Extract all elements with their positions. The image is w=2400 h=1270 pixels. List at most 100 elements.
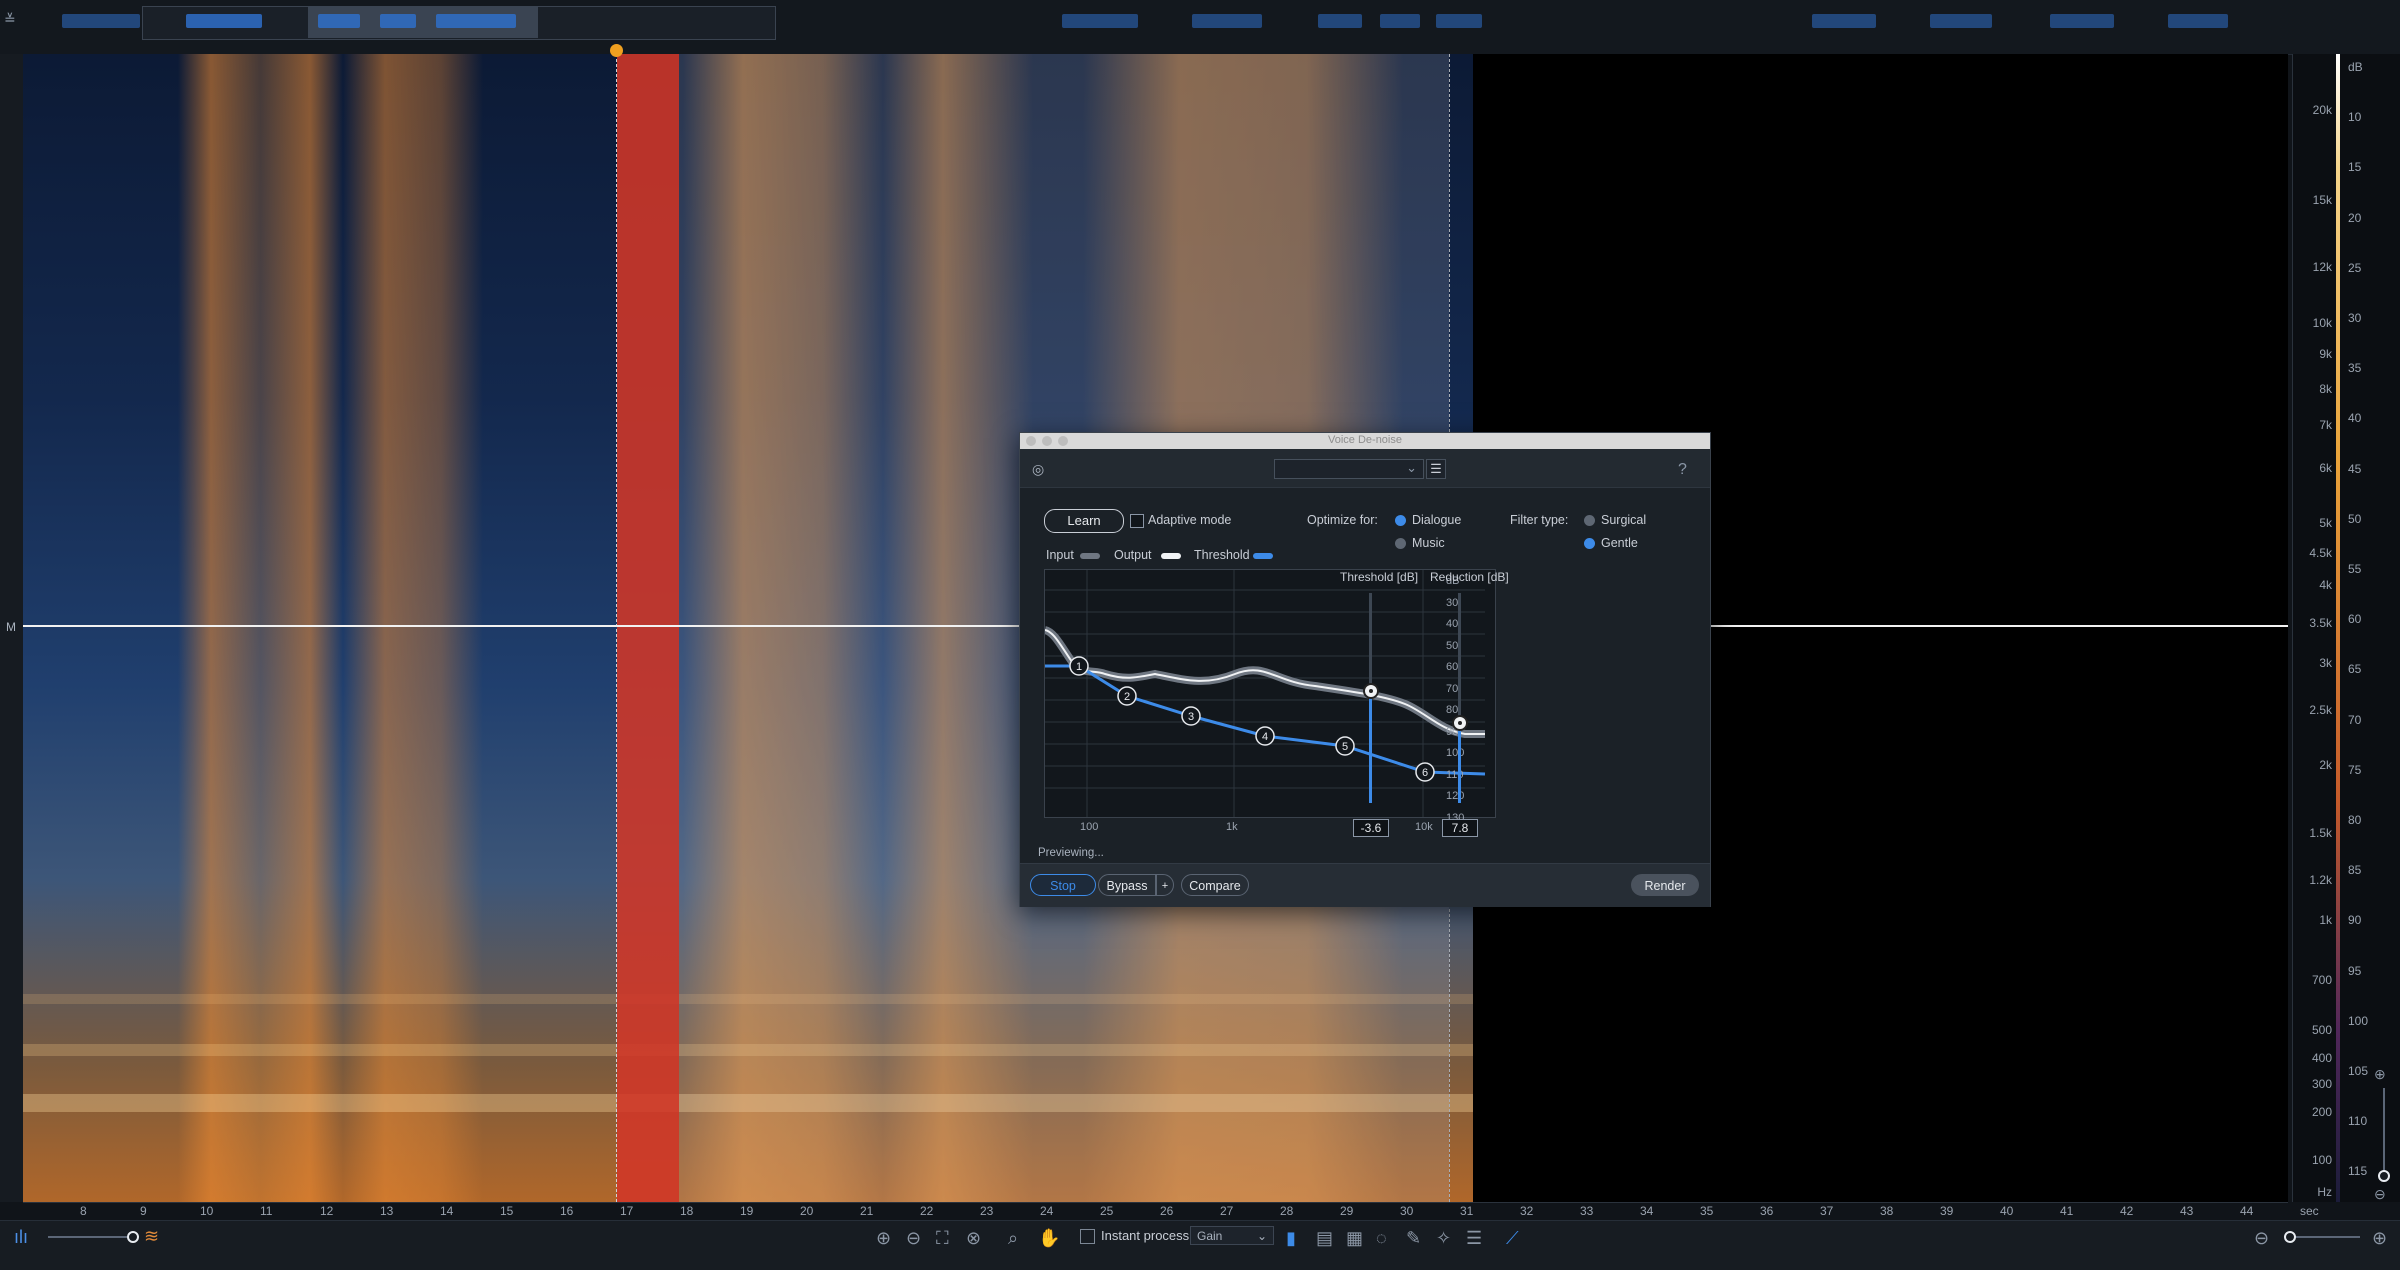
frequency-tick-label: 8k [2319,382,2332,396]
instant-process-checkbox[interactable] [1080,1229,1095,1244]
overview-waveform [62,14,140,28]
noise-profile-graph[interactable]: 1 2 3 4 5 6 [1043,569,1496,818]
overview-waveform [2050,14,2114,28]
hand-tool-icon[interactable]: ✋ [1038,1228,1060,1249]
view-blend-slider-knob[interactable] [127,1231,139,1243]
instant-process-label: Instant process [1101,1228,1190,1243]
legend-output-label: Output [1114,548,1152,562]
harmonic-selection-icon[interactable]: ☰ [1466,1228,1482,1249]
time-tick-label: 42 [2120,1204,2134,1218]
legend-output-swatch[interactable] [1161,553,1181,559]
draw-tool-icon[interactable]: ⟋ [1506,1228,1519,1249]
waveform-view-icon[interactable]: ılı [14,1227,28,1248]
bypass-button[interactable]: Bypass [1098,874,1156,896]
render-button[interactable]: Render [1631,874,1699,896]
playhead[interactable] [616,54,618,1202]
zoom-in-icon[interactable]: ⊕ [876,1228,891,1249]
vertical-zoom-in-icon[interactable]: ⊕ [2374,1066,2386,1083]
zoom-reset-icon[interactable]: ⊗ [966,1228,981,1249]
threshold-node-label: 3 [1188,711,1194,723]
time-tick-label: 43 [2180,1204,2194,1218]
graph-db-label: 120 [1446,790,1465,802]
graph-db-label: 70 [1446,682,1459,695]
legend-input-label: Input [1046,548,1074,562]
preset-menu-button[interactable]: ☰ [1426,459,1446,479]
playhead-handle[interactable] [610,44,623,57]
db-tick-label: 90 [2348,913,2362,928]
lasso-tool-icon[interactable]: ◌ [1376,1228,1387,1249]
graph-db-label: 60 [1446,661,1459,673]
threshold-node-label: 1 [1076,661,1082,673]
horizontal-zoom-slider[interactable] [2290,1236,2360,1238]
playback-region [617,54,679,1202]
time-selection-tool-icon[interactable]: ▮ [1286,1228,1296,1249]
brush-tool-icon[interactable]: ✎ [1406,1228,1421,1249]
vertical-zoom-slider[interactable] [2383,1088,2385,1178]
time-tick-label: 36 [1760,1204,1774,1218]
time-tick-label: 20 [800,1204,814,1218]
overview-waveform [1812,14,1876,28]
vertical-zoom-out-icon[interactable]: ⊖ [2374,1186,2386,1203]
optimize-music-label: Music [1412,536,1445,550]
time-freq-selection-tool-icon[interactable]: ▦ [1346,1228,1363,1249]
legend-input-swatch[interactable] [1080,553,1100,559]
vertical-zoom-knob[interactable] [2378,1170,2390,1182]
frequency-tick-label: 20k [2312,103,2332,117]
reduction-slider-knob[interactable] [1452,715,1468,731]
overview-waveform [380,14,416,28]
reduction-slider-fill [1458,723,1461,803]
time-tick-label: 16 [560,1204,574,1218]
time-tick-label: 37 [1820,1204,1834,1218]
instant-process-mode-select[interactable]: Gain ⌄ [1190,1226,1274,1245]
legend-threshold-swatch[interactable] [1253,553,1273,559]
preset-select[interactable]: ⌄ [1274,459,1424,479]
horizontal-zoom-out-icon[interactable]: ⊖ [2254,1228,2269,1249]
threshold-curve[interactable] [1045,664,1486,776]
adaptive-mode-checkbox[interactable] [1130,514,1144,528]
voice-denoise-dialog[interactable]: Voice De-noise ◎ ⌄ ☰ ? Learn Adaptive mo… [1019,432,1711,907]
frequency-tick-label: Hz [2317,1185,2332,1199]
frequency-tick-label: 700 [2311,973,2332,987]
db-tick-label: 80 [2348,813,2362,827]
horizontal-zoom-knob[interactable] [2284,1231,2296,1243]
view-blend-slider[interactable] [48,1236,132,1238]
zoom-selection-icon[interactable]: ⛶ [936,1228,949,1249]
output-spectrum-curve [1044,629,1485,735]
time-tick-label: 23 [980,1204,994,1218]
optimize-dialogue-radio[interactable] [1395,515,1406,526]
adaptive-mode-label: Adaptive mode [1148,513,1232,527]
time-tick-label: 17 [620,1204,634,1218]
zoom-out-icon[interactable]: ⊖ [906,1228,921,1249]
waveform-overview[interactable]: ≚ [0,0,2400,55]
collapse-icon[interactable]: ≚ [4,12,18,36]
spectrogram-view-icon[interactable]: ≋ [144,1226,159,1247]
reduction-value-field[interactable]: 7.8 [1442,819,1478,837]
threshold-slider-knob[interactable] [1363,683,1379,699]
filter-surgical-radio[interactable] [1584,515,1595,526]
graph-db-label: 50 [1446,639,1459,652]
freq-selection-tool-icon[interactable]: ▤ [1316,1228,1333,1249]
zoom-tool-icon[interactable]: ⌕ [1008,1228,1018,1249]
threshold-value-field[interactable]: -3.6 [1353,819,1389,837]
dialog-titlebar[interactable]: Voice De-noise [1020,433,1710,449]
frequency-tick-label: 15k [2312,193,2332,207]
filter-gentle-radio[interactable] [1584,538,1595,549]
time-tick-label: 25 [1100,1204,1114,1218]
magic-wand-icon[interactable]: ✧ [1436,1228,1451,1249]
time-tick-label: 8 [80,1204,87,1218]
learn-button[interactable]: Learn [1044,509,1124,533]
stop-button[interactable]: Stop [1030,874,1096,896]
frequency-tick-label: 12k [2312,260,2332,274]
frequency-tick-label: 6k [2319,461,2332,475]
overview-waveform [1318,14,1362,28]
overview-waveform [2168,14,2228,28]
frequency-tick-label: 10k [2312,316,2332,330]
db-tick-label: 100 [2348,1013,2369,1028]
optimize-music-radio[interactable] [1395,538,1406,549]
horizontal-zoom-in-icon[interactable]: ⊕ [2372,1228,2387,1249]
threshold-node-label: 6 [1422,767,1428,779]
frequency-tick-label: 200 [2311,1105,2332,1119]
compare-button[interactable]: Compare [1181,874,1249,896]
help-button[interactable]: ? [1678,461,1687,479]
time-tick-label: 39 [1940,1204,1954,1218]
